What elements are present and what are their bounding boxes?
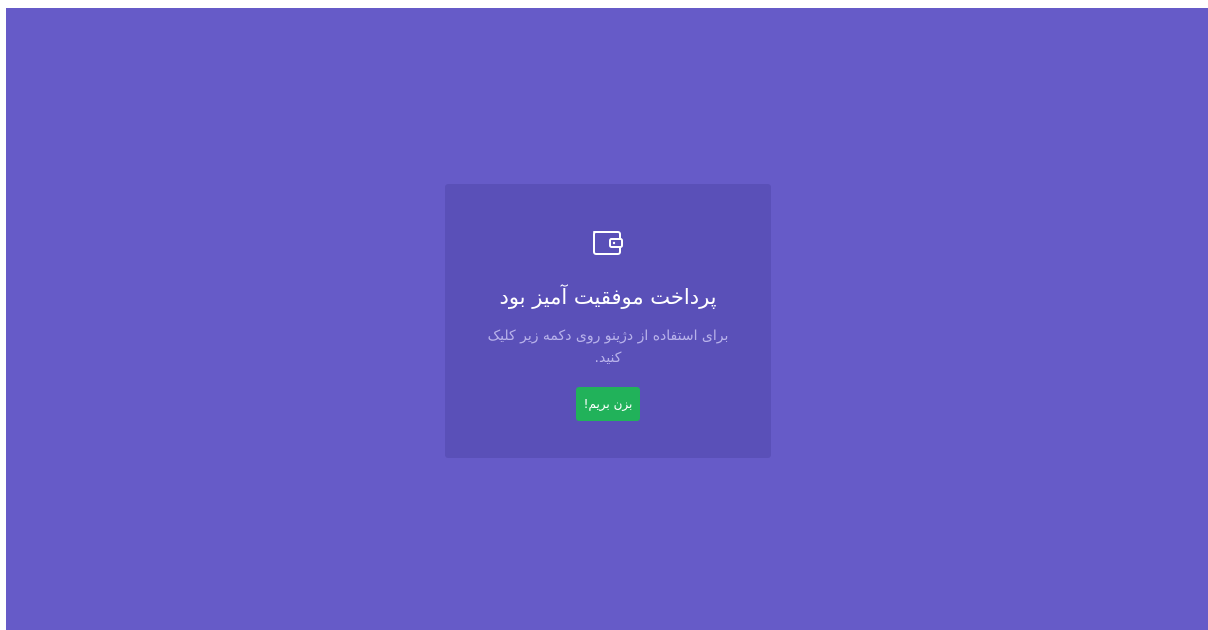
continue-button[interactable]: بزن بریم!: [576, 387, 640, 421]
success-description: برای استفاده از دژینو روی دکمه زیر کلیک …: [487, 328, 729, 366]
wallet-icon: [445, 226, 771, 258]
page-background: پرداخت موفقیت آمیز بود برای استفاده از د…: [6, 8, 1208, 630]
success-title: پرداخت موفقیت آمیز بود: [499, 285, 717, 309]
payment-success-card: پرداخت موفقیت آمیز بود برای استفاده از د…: [445, 184, 771, 458]
